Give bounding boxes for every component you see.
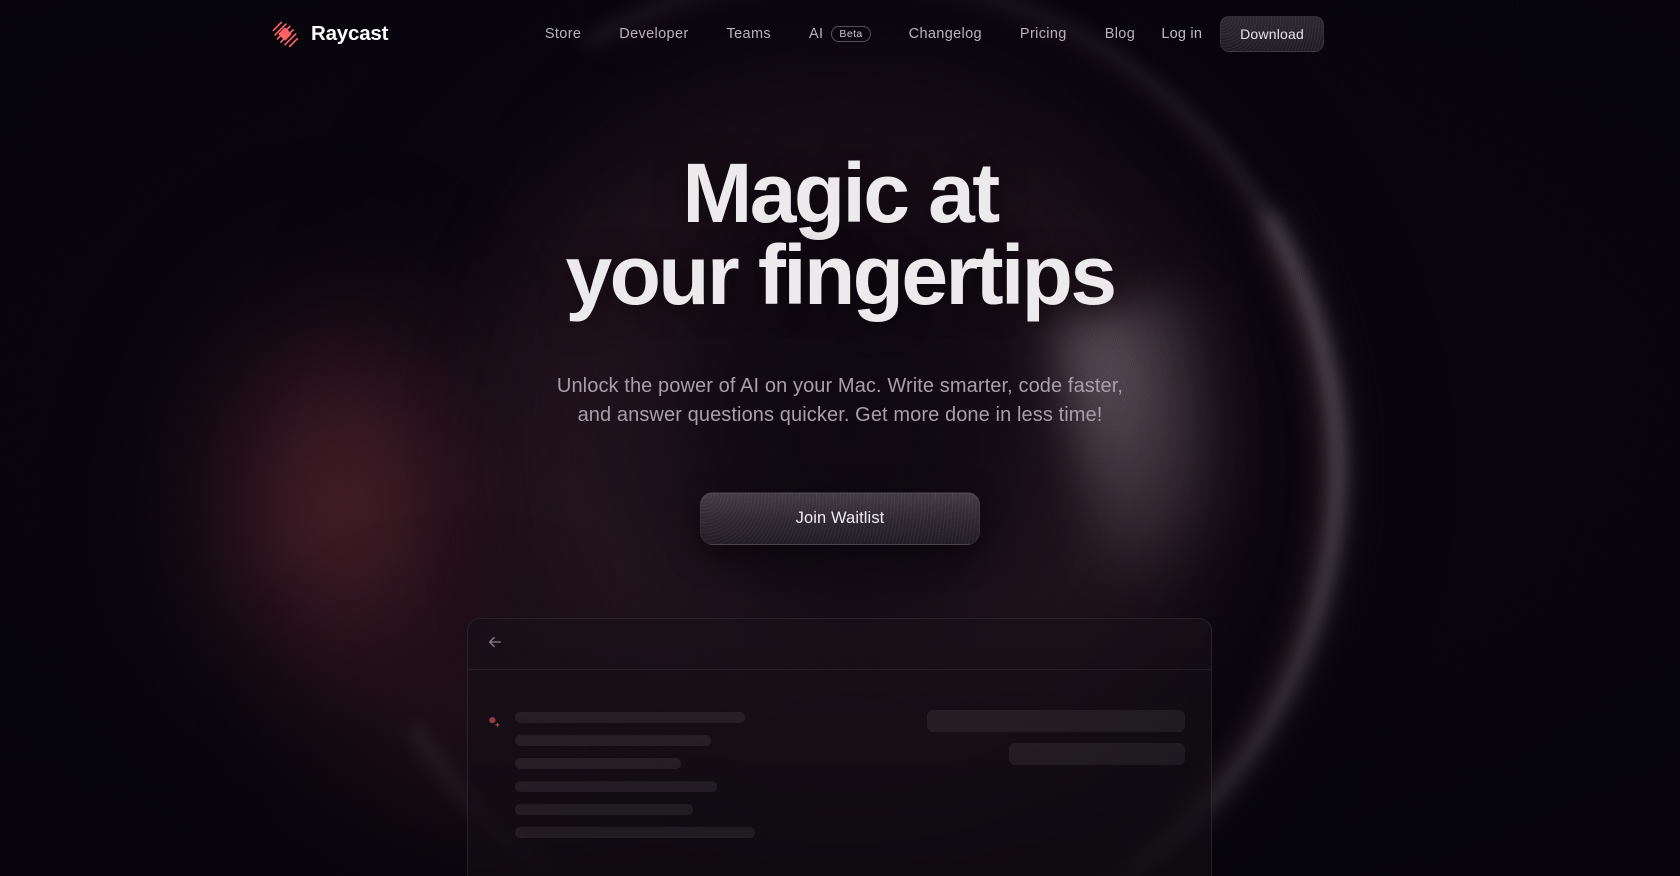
nav-item-teams[interactable]: Teams (708, 19, 790, 49)
hero-cta-container: Join Waitlist (0, 491, 1680, 545)
header-actions: Log in Download (1161, 16, 1324, 52)
join-waitlist-button[interactable]: Join Waitlist (700, 491, 980, 545)
app-preview-panel[interactable] (467, 618, 1212, 876)
preview-body (468, 670, 1211, 876)
skeleton-line (515, 804, 693, 815)
nav-item-blog[interactable]: Blog (1086, 19, 1154, 49)
page-title: Magic at your fingertips (0, 151, 1680, 323)
subtitle-line-2: and answer questions quicker. Get more d… (577, 403, 1103, 426)
preview-skeleton-lines (515, 712, 755, 838)
nav-item-ai[interactable]: AI Beta (790, 19, 890, 49)
skeleton-line (515, 827, 755, 838)
nav-label: Store (544, 26, 582, 42)
nav-label: AI (809, 26, 824, 42)
nav-label: Teams (726, 26, 772, 42)
nav-label: Developer (619, 26, 689, 42)
hero-section: Magic at your fingertips Unlock the powe… (0, 151, 1680, 545)
nav-item-changelog[interactable]: Changelog (890, 19, 1001, 49)
user-message-bubble (927, 710, 1185, 732)
raycast-ai-sparkle-icon (486, 712, 502, 735)
back-arrow-icon[interactable] (486, 633, 504, 656)
skeleton-line (515, 735, 711, 746)
raycast-diamond-icon (270, 19, 300, 49)
nav-item-developer[interactable]: Developer (600, 19, 707, 49)
nav-label: Blog (1104, 26, 1136, 42)
download-button[interactable]: Download (1220, 16, 1324, 52)
preview-topbar (468, 619, 1211, 669)
primary-navigation: Store Developer Teams AI Beta Changelog … (0, 0, 1680, 68)
hero-subtitle: Unlock the power of AI on your Mac. Writ… (0, 372, 1680, 430)
beta-badge: Beta (831, 26, 871, 42)
site-header: Raycast Store Developer Teams AI Beta Ch… (0, 0, 1680, 68)
skeleton-line (515, 712, 745, 723)
login-link[interactable]: Log in (1161, 26, 1202, 42)
preview-user-messages (927, 710, 1185, 765)
skeleton-line (515, 781, 717, 792)
subtitle-line-1: Unlock the power of AI on your Mac. Writ… (556, 374, 1124, 397)
brand-logo-link[interactable]: Raycast (270, 19, 388, 49)
skeleton-line (515, 758, 681, 769)
nav-label: Pricing (1019, 26, 1067, 42)
headline-line-1: Magic at (682, 146, 1000, 240)
headline-line-2: your fingertips (565, 228, 1117, 323)
nav-item-pricing[interactable]: Pricing (1001, 19, 1086, 49)
brand-name: Raycast (311, 22, 389, 45)
user-message-bubble (1009, 743, 1185, 765)
nav-item-store[interactable]: Store (526, 19, 600, 49)
nav-label: Changelog (908, 26, 982, 42)
